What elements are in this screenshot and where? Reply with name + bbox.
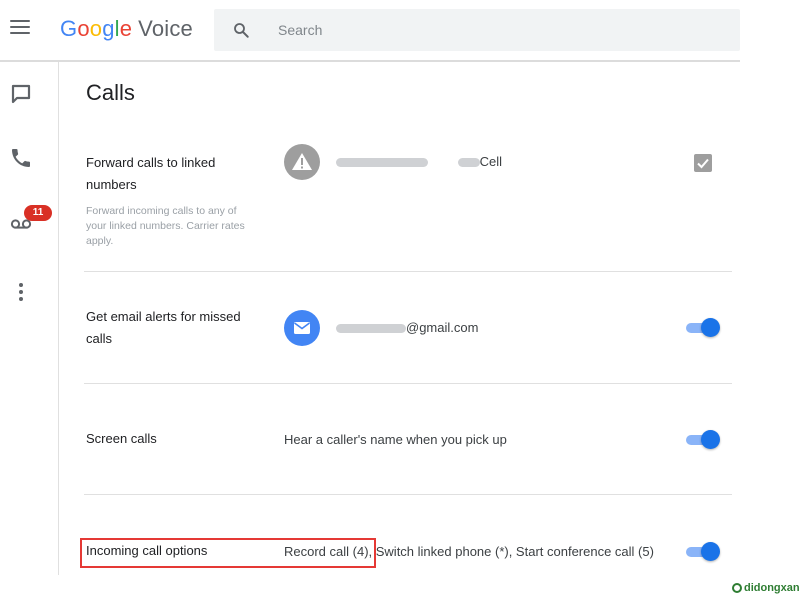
checkmark-icon (697, 158, 709, 169)
phone-icon (12, 149, 30, 167)
main-menu-button[interactable] (10, 20, 30, 36)
email-alerts-toggle[interactable] (686, 318, 720, 338)
email-address-value: @gmail.com (336, 320, 478, 335)
search-icon[interactable] (232, 21, 250, 39)
warning-icon (292, 153, 312, 170)
google-voice-logo[interactable]: Google Voice (60, 16, 193, 42)
search-bar[interactable] (214, 9, 740, 51)
more-vert-icon (19, 283, 23, 301)
voicemail-count-badge: 11 (24, 205, 52, 221)
app-window: GoogleVoice 11 (0, 0, 740, 575)
linked-number-value: Cell (336, 154, 502, 169)
setting-label-screen-calls: Screen calls (86, 431, 157, 446)
rail-item-more[interactable] (9, 280, 33, 304)
rail-item-messages[interactable] (9, 82, 33, 106)
setting-row-screen-calls: Screen calls Hear a caller's name when y… (84, 408, 732, 468)
calls-settings-panel: Calls Forward calls to linked numbers Fo… (60, 62, 740, 575)
setting-row-email-alerts: Get email alerts for missed calls @gmail… (84, 296, 732, 376)
product-name: Voice (138, 16, 193, 41)
message-icon (11, 84, 31, 104)
mail-icon (294, 322, 310, 334)
divider (84, 494, 732, 495)
search-input[interactable] (278, 19, 678, 41)
annotation-highlight-box (80, 538, 376, 568)
left-navigation-rail: 11 (0, 62, 59, 575)
setting-label-forward-calls: Forward calls to linked numbers (86, 155, 216, 192)
divider (84, 271, 732, 272)
linked-number-avatar (284, 144, 320, 180)
rail-item-calls[interactable] (9, 146, 33, 170)
screen-calls-toggle[interactable] (686, 430, 720, 450)
setting-description-forward-calls: Forward incoming calls to any of your li… (86, 205, 245, 247)
top-app-bar: Google Voice (0, 0, 740, 62)
page-title: Calls (86, 80, 135, 105)
setting-row-forward-calls: Forward calls to linked numbers Forward … (84, 142, 732, 270)
divider (84, 383, 732, 384)
incoming-call-options-toggle[interactable] (686, 542, 720, 562)
setting-label-email-alerts: Get email alerts for missed calls (86, 309, 241, 346)
email-avatar (284, 310, 320, 346)
forward-calls-checkbox[interactable] (694, 154, 712, 172)
watermark-logo: didongxanh (732, 582, 800, 594)
screen-calls-description: Hear a caller's name when you pick up (284, 432, 507, 447)
watermark-icon (732, 583, 742, 594)
